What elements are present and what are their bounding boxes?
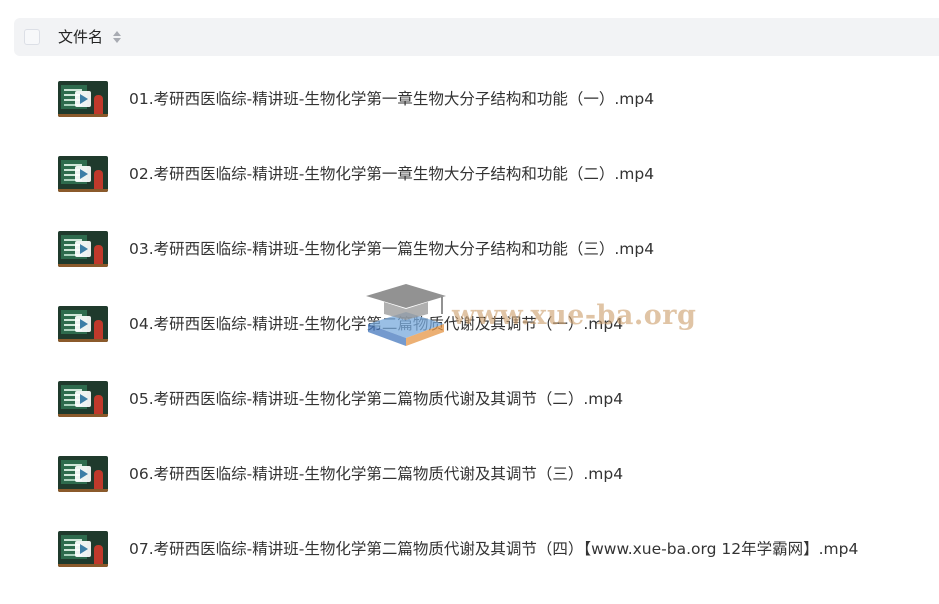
file-name[interactable]: 03.考研西医临综-精讲班-生物化学第一篇生物大分子结构和功能（三）.mp4 — [129, 239, 654, 259]
video-thumbnail[interactable] — [58, 81, 108, 117]
play-icon — [75, 241, 91, 257]
video-thumbnail[interactable] — [58, 531, 108, 567]
play-icon — [75, 316, 91, 332]
play-icon — [75, 391, 91, 407]
file-row[interactable]: 04.考研西医临综-精讲班-生物化学第二篇物质代谢及其调节（一）.mp4 — [58, 305, 928, 345]
video-thumbnail[interactable] — [58, 231, 108, 267]
file-name[interactable]: 05.考研西医临综-精讲班-生物化学第二篇物质代谢及其调节（二）.mp4 — [129, 389, 623, 409]
file-name[interactable]: 07.考研西医临综-精讲班-生物化学第二篇物质代谢及其调节（四）【www.xue… — [129, 539, 858, 559]
file-row[interactable]: 05.考研西医临综-精讲班-生物化学第二篇物质代谢及其调节（二）.mp4 — [58, 380, 928, 420]
select-all-checkbox[interactable] — [24, 29, 40, 45]
file-row[interactable]: 06.考研西医临综-精讲班-生物化学第二篇物质代谢及其调节（三）.mp4 — [58, 455, 928, 495]
file-name[interactable]: 01.考研西医临综-精讲班-生物化学第一章生物大分子结构和功能（一）.mp4 — [129, 89, 654, 109]
file-row[interactable]: 01.考研西医临综-精讲班-生物化学第一章生物大分子结构和功能（一）.mp4 — [58, 80, 928, 120]
file-name[interactable]: 04.考研西医临综-精讲班-生物化学第二篇物质代谢及其调节（一）.mp4 — [129, 314, 623, 334]
video-thumbnail[interactable] — [58, 306, 108, 342]
file-name[interactable]: 06.考研西医临综-精讲班-生物化学第二篇物质代谢及其调节（三）.mp4 — [129, 464, 623, 484]
play-icon — [75, 91, 91, 107]
file-name[interactable]: 02.考研西医临综-精讲班-生物化学第一章生物大分子结构和功能（二）.mp4 — [129, 164, 654, 184]
play-icon — [75, 166, 91, 182]
play-icon — [75, 541, 91, 557]
file-row[interactable]: 02.考研西医临综-精讲班-生物化学第一章生物大分子结构和功能（二）.mp4 — [58, 155, 928, 195]
sort-both-icon[interactable] — [112, 29, 122, 45]
play-icon — [75, 466, 91, 482]
file-list-header: 文件名 — [14, 18, 939, 56]
file-row[interactable]: 03.考研西医临综-精讲班-生物化学第一篇生物大分子结构和功能（三）.mp4 — [58, 230, 928, 270]
filename-column-title[interactable]: 文件名 — [58, 28, 103, 46]
video-thumbnail[interactable] — [58, 156, 108, 192]
video-thumbnail[interactable] — [58, 381, 108, 417]
file-row[interactable]: 07.考研西医临综-精讲班-生物化学第二篇物质代谢及其调节（四）【www.xue… — [58, 530, 928, 570]
video-thumbnail[interactable] — [58, 456, 108, 492]
